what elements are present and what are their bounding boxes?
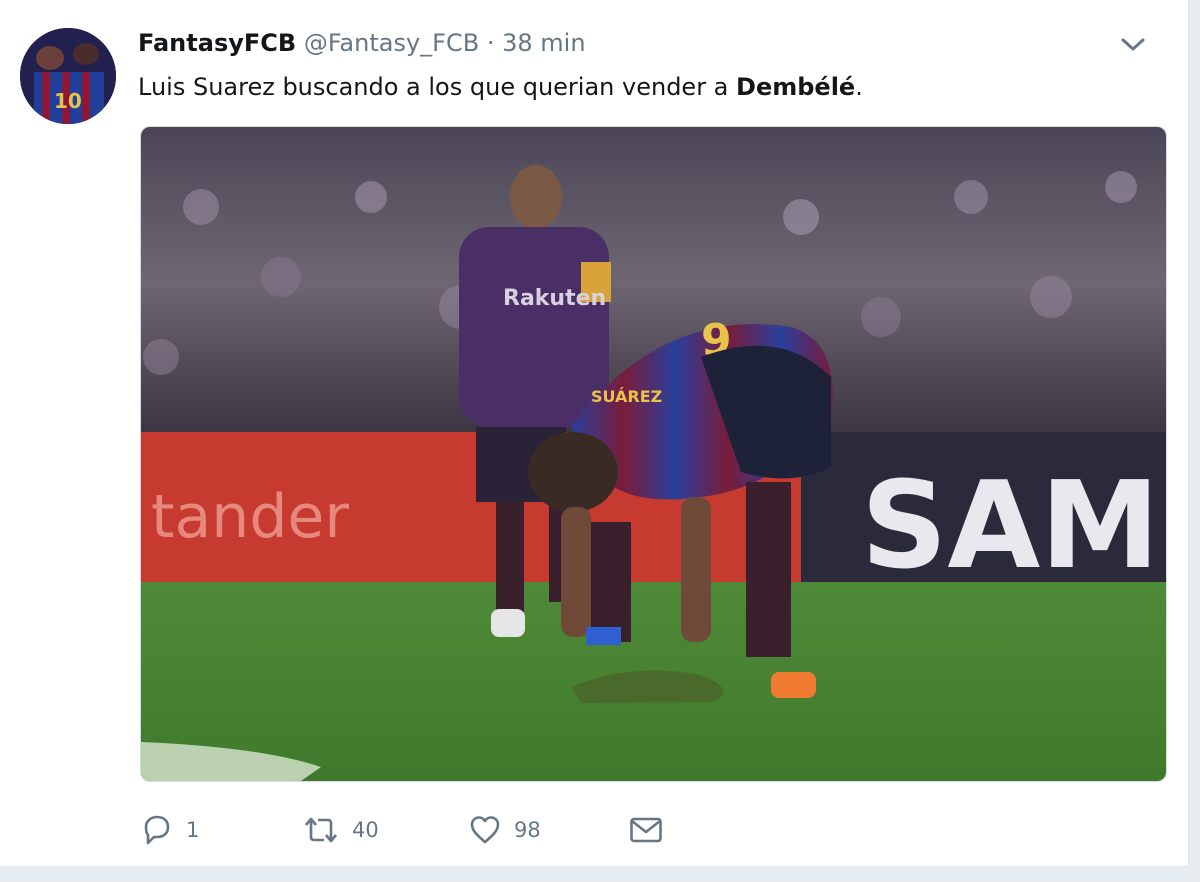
retweet-button[interactable]: 40 — [302, 808, 379, 852]
tweet-text-end: . — [855, 73, 863, 101]
like-button[interactable]: 98 — [468, 808, 541, 852]
handle[interactable]: @Fantasy_FCB — [304, 29, 479, 57]
svg-text:10: 10 — [54, 89, 82, 113]
reply-icon — [140, 813, 174, 847]
timestamp[interactable]: 38 min — [502, 29, 585, 57]
separator: · — [486, 29, 495, 57]
like-count: 98 — [514, 818, 541, 842]
tweet-text-plain: Luis Suarez buscando a los que querian v… — [138, 73, 737, 101]
shirt-sponsor: Rakuten — [503, 286, 606, 311]
direct-message-button[interactable] — [628, 808, 664, 852]
ad-board-right: SAMS — [861, 457, 1166, 596]
retweet-count: 40 — [352, 818, 379, 842]
tweet-card: 10 FantasyFCB @Fantasy_FCB · 38 min Luis… — [0, 0, 1189, 867]
tweet-text-bold: Dembélé — [736, 73, 856, 101]
envelope-icon — [628, 813, 664, 847]
chevron-down-icon[interactable] — [1118, 34, 1148, 56]
jersey-name: SUÁREZ — [591, 387, 662, 406]
reply-count: 1 — [186, 818, 200, 842]
ad-board-left: tander — [151, 482, 349, 552]
tweet-header: FantasyFCB @Fantasy_FCB · 38 min — [138, 28, 1128, 58]
tweet-actions: 1 40 98 — [140, 808, 700, 852]
tweet-text: Luis Suarez buscando a los que querian v… — [138, 70, 863, 104]
avatar[interactable]: 10 — [20, 28, 116, 124]
heart-icon — [468, 813, 502, 847]
reply-button[interactable]: 1 — [140, 808, 199, 852]
tweet-photo[interactable]: tander SAMS Rakuten 9 SUÁR — [140, 126, 1167, 782]
retweet-icon — [302, 813, 340, 847]
display-name[interactable]: FantasyFCB — [138, 29, 296, 57]
